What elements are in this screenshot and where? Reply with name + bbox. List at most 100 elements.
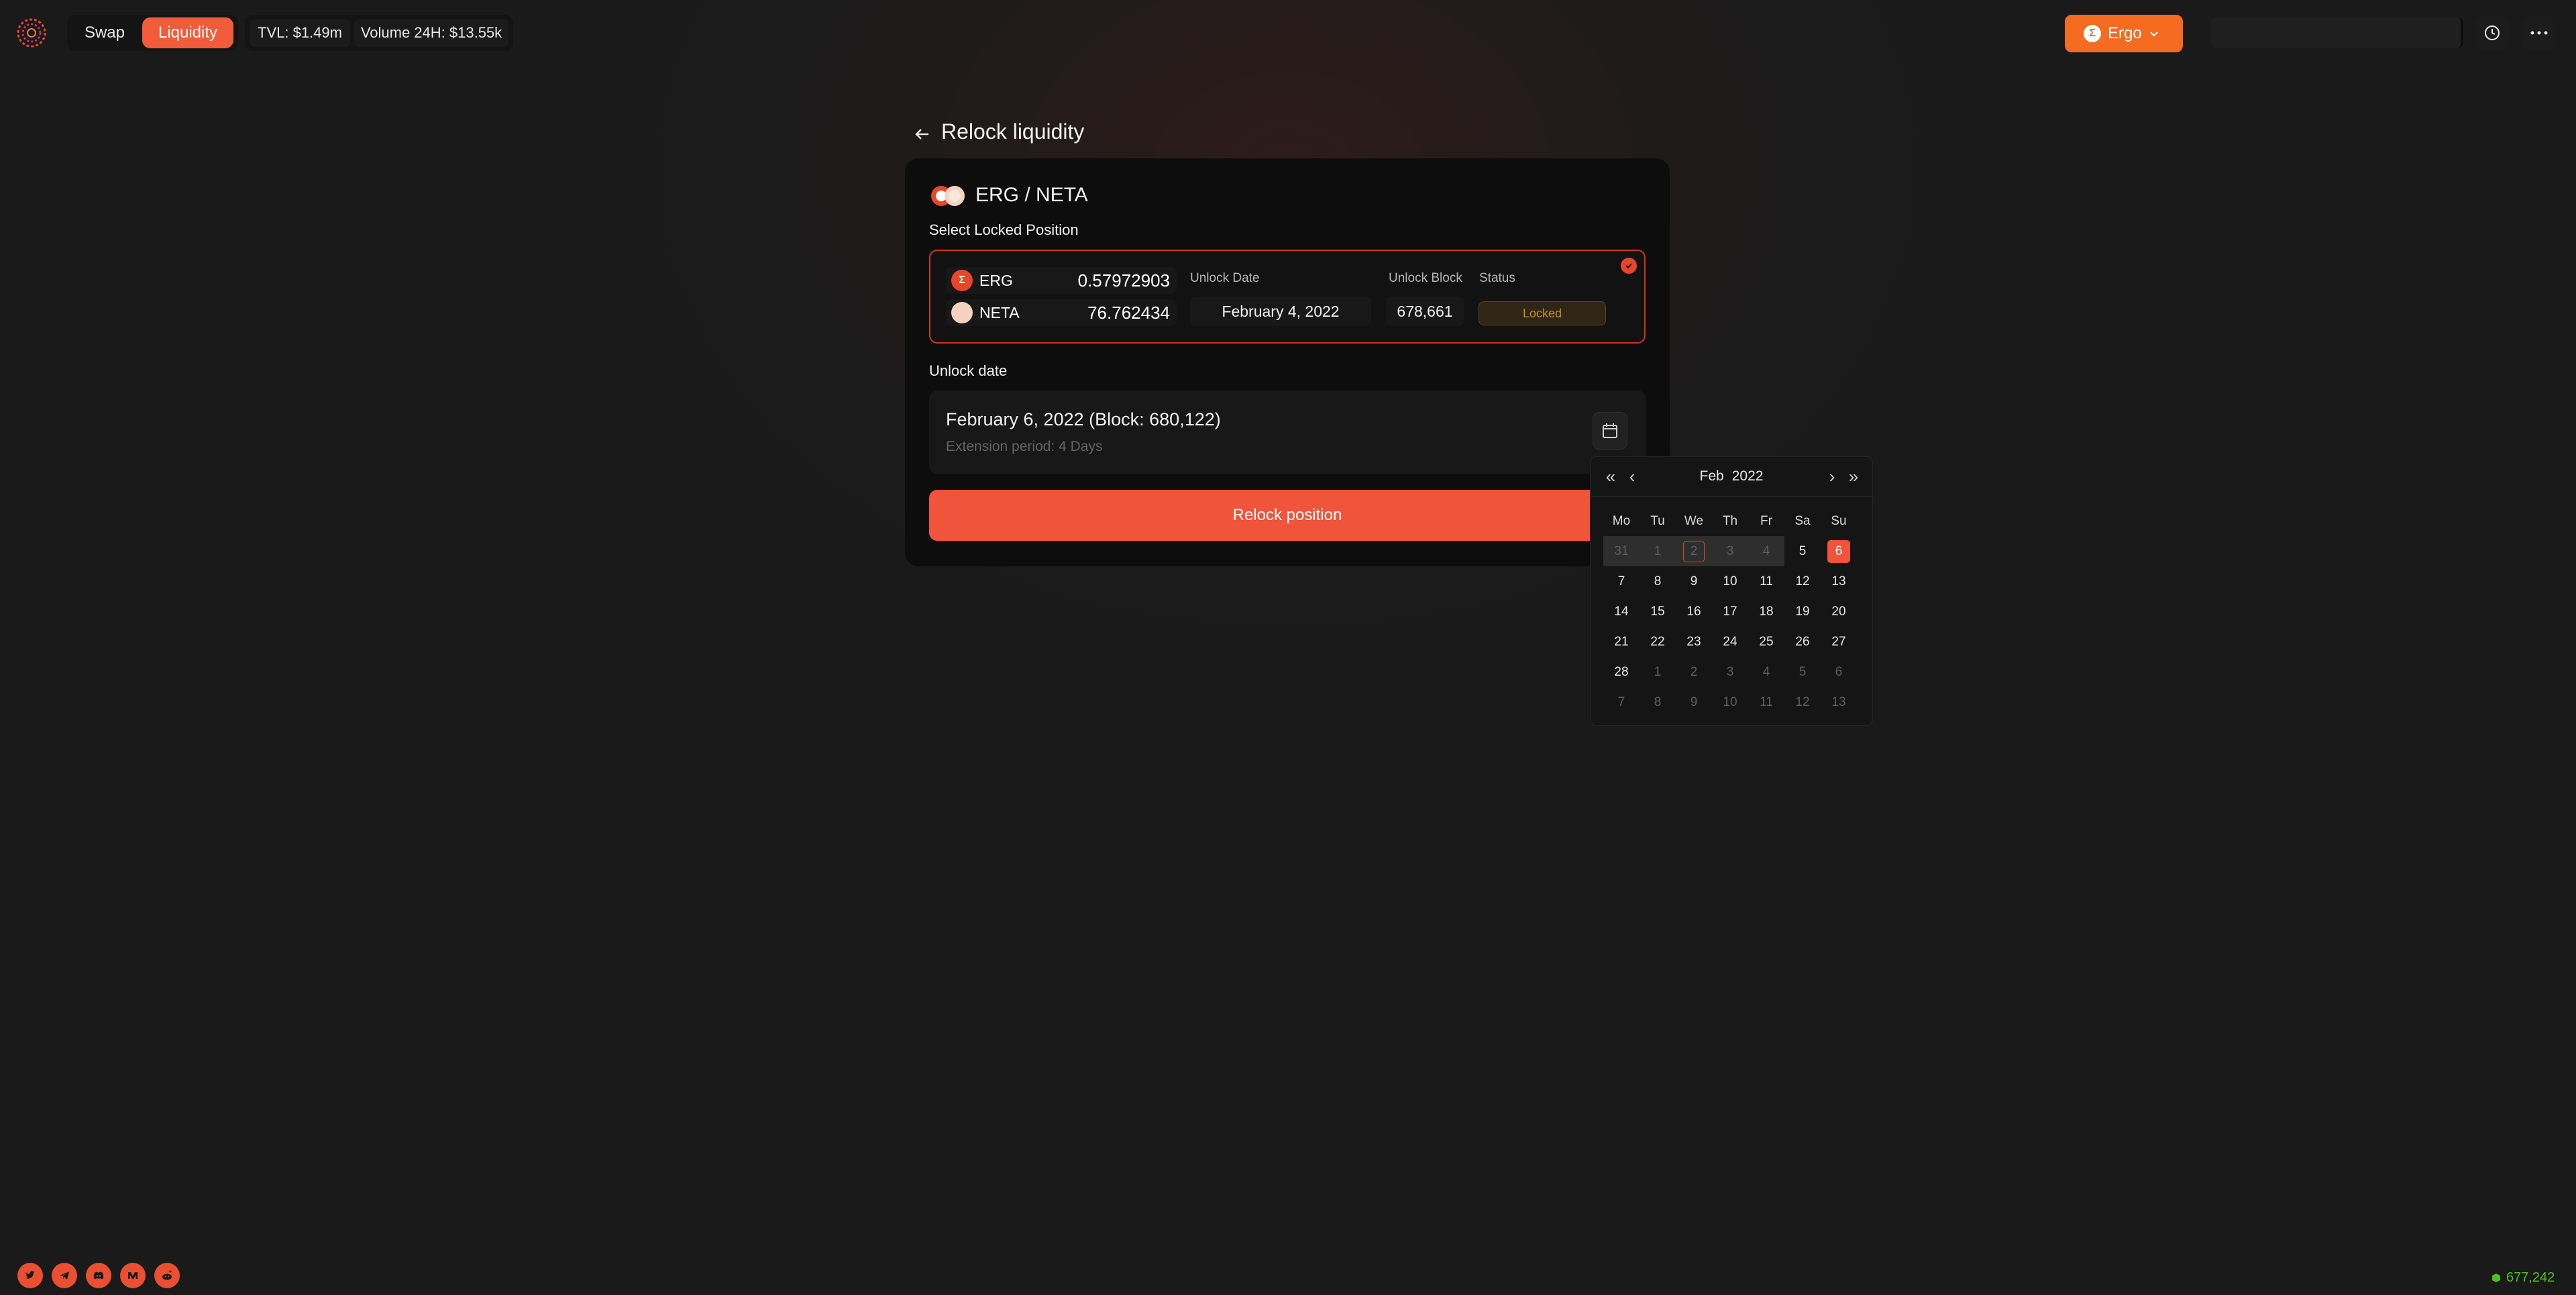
ergo-icon: Σ (2084, 25, 2101, 42)
calendar-button[interactable] (1593, 412, 1627, 450)
calendar-day[interactable]: 6 (1821, 657, 1857, 687)
prev-month-icon[interactable]: ‹ (1621, 465, 1644, 488)
calendar-day[interactable]: 5 (1784, 536, 1821, 566)
calendar-day[interactable]: 12 (1784, 566, 1821, 597)
calendar-day[interactable]: 11 (1748, 566, 1784, 597)
calendar-day[interactable]: 4 (1748, 657, 1784, 687)
weekday-header: We (1684, 513, 1704, 528)
calendar-day[interactable]: 2 (1676, 657, 1712, 687)
status-badge: Locked (1479, 301, 1606, 325)
calendar-day[interactable]: 21 (1603, 627, 1640, 657)
unlock-date-value: February 4, 2022 (1190, 297, 1371, 326)
volume-stat: Volume 24H: $13.55k (354, 19, 508, 47)
unlock-date-input-value: February 6, 2022 (Block: 680,122) (946, 409, 1221, 429)
prev-year-icon[interactable]: « (1599, 465, 1622, 488)
calendar-day[interactable]: 23 (1676, 627, 1712, 657)
calendar-day[interactable]: 11 (1748, 687, 1784, 717)
calendar-day[interactable]: 26 (1784, 627, 1821, 657)
calendar-day[interactable]: 8 (1640, 566, 1676, 597)
unlock-date-header: Unlock Date (1190, 271, 1260, 285)
next-month-icon[interactable]: › (1821, 465, 1843, 488)
neta-token-icon (951, 302, 973, 323)
more-options-button[interactable] (2522, 16, 2556, 50)
erg-token-icon: Σ (951, 270, 973, 291)
weekday-header: Sa (1794, 513, 1811, 528)
history-icon (2485, 25, 2500, 40)
calendar-day[interactable]: 9 (1676, 566, 1712, 597)
unlock-date-label: Unlock date (929, 362, 1008, 379)
calendar-day[interactable]: 20 (1821, 597, 1857, 627)
calendar-day[interactable]: 5 (1784, 657, 1821, 687)
calendar-day[interactable]: 18 (1748, 597, 1784, 627)
block-height-indicator: 677,242 (2490, 1270, 2555, 1286)
token-row-erg: Σ ERG 0.57972903 (946, 267, 1177, 294)
tvl-stat: TVL: $1.49m (250, 19, 350, 47)
nav-liquidity-tab[interactable]: Liquidity (142, 17, 233, 48)
calendar-day-selected[interactable]: 6 (1821, 536, 1857, 566)
block-height-value: 677,242 (2506, 1270, 2555, 1285)
calendar-day[interactable]: 10 (1712, 687, 1748, 717)
calendar-icon (1603, 423, 1617, 438)
pair-icons (931, 186, 965, 206)
discord-icon[interactable] (86, 1263, 111, 1288)
selected-check-icon[interactable] (1621, 258, 1637, 274)
calendar-day[interactable]: 7 (1603, 687, 1640, 717)
calendar-day[interactable]: 28 (1603, 657, 1640, 687)
calendar-day[interactable]: 7 (1603, 566, 1640, 597)
calendar-day[interactable]: 13 (1821, 566, 1857, 597)
reddit-icon[interactable] (154, 1263, 180, 1288)
token-symbol: ERG (979, 271, 1013, 289)
cube-icon (2492, 1273, 2500, 1282)
weekday-header: Mo (1612, 513, 1631, 528)
status-header: Status (1479, 271, 1515, 285)
calendar-day[interactable]: 22 (1640, 627, 1676, 657)
calendar-year[interactable]: 2022 (1732, 468, 1764, 484)
calendar-day[interactable]: 25 (1748, 627, 1784, 657)
weekday-header: Fr (1760, 513, 1772, 528)
calendar-day: 3 (1712, 536, 1748, 566)
calendar-day-today: 2 (1676, 536, 1712, 566)
chevron-down-icon (2149, 32, 2158, 37)
calendar-month[interactable]: Feb (1700, 468, 1724, 484)
unlock-block-header: Unlock Block (1389, 271, 1462, 285)
next-year-icon[interactable]: » (1842, 465, 1865, 488)
nav-swap-tab[interactable]: Swap (72, 17, 137, 48)
extension-period: Extension period: 4 Days (946, 439, 1103, 454)
calendar-day[interactable]: 9 (1676, 687, 1712, 717)
calendar-day: 1 (1640, 536, 1676, 566)
select-position-label: Select Locked Position (929, 221, 1079, 238)
calendar-day[interactable]: 3 (1712, 657, 1748, 687)
calendar-day[interactable]: 24 (1712, 627, 1748, 657)
calendar-day[interactable]: 14 (1603, 597, 1640, 627)
relock-position-button[interactable]: Relock position (929, 490, 1646, 541)
twitter-icon[interactable] (17, 1263, 43, 1288)
calendar-day[interactable]: 16 (1676, 597, 1712, 627)
calendar-day[interactable]: 12 (1784, 687, 1821, 717)
weekday-header: Th (1722, 513, 1738, 528)
token-row-neta: NETA 76.762434 (946, 299, 1177, 326)
medium-icon[interactable] (120, 1263, 146, 1288)
unlock-date-field[interactable] (929, 391, 1646, 474)
page-title: Relock liquidity (941, 119, 1085, 144)
network-label: Ergo (2108, 24, 2142, 42)
calendar-day[interactable]: 13 (1821, 687, 1857, 717)
weekday-header: Tu (1650, 513, 1665, 528)
unlock-block-value: 678,661 (1386, 297, 1464, 326)
wallet-area[interactable] (2211, 17, 2463, 48)
calendar-day[interactable]: 17 (1712, 597, 1748, 627)
app-logo[interactable] (13, 15, 50, 51)
token-symbol: NETA (979, 303, 1020, 321)
calendar-day[interactable]: 1 (1640, 657, 1676, 687)
calendar-day[interactable]: 15 (1640, 597, 1676, 627)
calendar-day: 4 (1748, 536, 1784, 566)
telegram-icon[interactable] (52, 1263, 77, 1288)
calendar-day[interactable]: 10 (1712, 566, 1748, 597)
pair-title: ERG / NETA (975, 184, 1088, 206)
network-selector-button[interactable]: Σ Ergo (2065, 15, 2183, 52)
calendar-day[interactable]: 8 (1640, 687, 1676, 717)
token-amount: 76.762434 (1087, 302, 1170, 323)
history-button[interactable] (2475, 16, 2509, 50)
back-arrow-icon[interactable] (911, 123, 932, 145)
calendar-day[interactable]: 27 (1821, 627, 1857, 657)
calendar-day[interactable]: 19 (1784, 597, 1821, 627)
